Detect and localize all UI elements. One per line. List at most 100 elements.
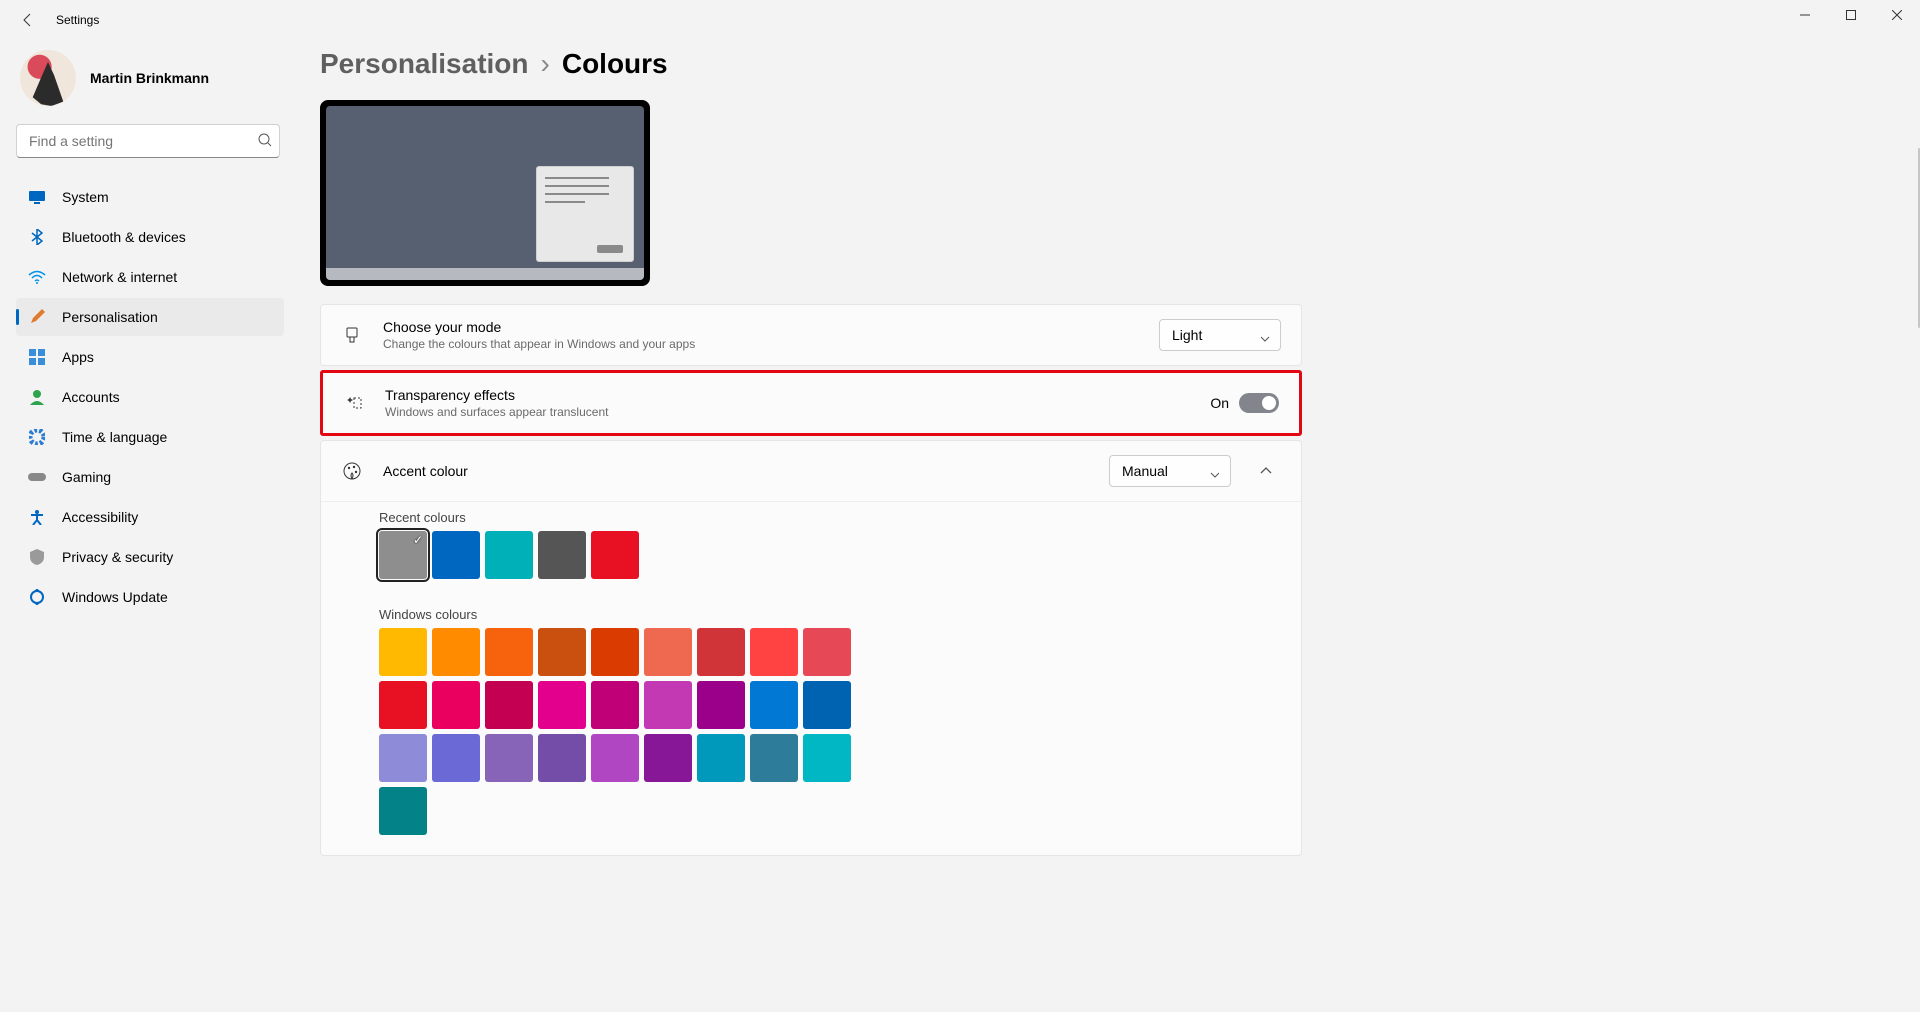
windows-colour-swatch[interactable] (379, 628, 427, 676)
brush-icon (341, 326, 363, 344)
windows-colour-swatch[interactable] (697, 681, 745, 729)
nav-label: Network & internet (62, 269, 177, 285)
nav-label: Accessibility (62, 509, 138, 525)
nav-list: System Bluetooth & devices Network & inter… (16, 178, 284, 616)
windows-colour-swatch[interactable] (750, 734, 798, 782)
sidebar-item-time[interactable]: Time & language (16, 418, 284, 456)
nav-label: Apps (62, 349, 94, 365)
windows-colour-swatch[interactable] (485, 734, 533, 782)
nav-label: Time & language (62, 429, 167, 445)
back-button[interactable] (8, 0, 48, 40)
breadcrumb-parent[interactable]: Personalisation (320, 48, 529, 80)
close-button[interactable] (1874, 0, 1920, 30)
accounts-icon (28, 388, 46, 406)
recent-colour-swatch[interactable] (379, 531, 427, 579)
search-icon (258, 133, 272, 152)
personalisation-icon (28, 308, 46, 326)
choose-mode-row[interactable]: Choose your mode Change the colours that… (320, 304, 1302, 366)
profile[interactable]: Martin Brinkmann (16, 50, 284, 106)
windows-colour-swatch[interactable] (591, 681, 639, 729)
search-input[interactable] (16, 124, 280, 158)
search (16, 124, 284, 158)
accent-dropdown[interactable]: Manual (1109, 455, 1231, 487)
recent-colour-swatch[interactable] (432, 531, 480, 579)
sparkle-icon (343, 394, 365, 412)
windows-colour-swatch[interactable] (803, 628, 851, 676)
windows-colour-swatch[interactable] (803, 681, 851, 729)
windows-colour-swatch[interactable] (485, 681, 533, 729)
windows-colour-swatch[interactable] (379, 734, 427, 782)
accent-section: Accent colour Manual Recent colours Wind… (320, 440, 1302, 856)
recent-colour-swatch[interactable] (591, 531, 639, 579)
choose-mode-dropdown[interactable]: Light (1159, 319, 1281, 351)
sidebar-item-network[interactable]: Network & internet (16, 258, 284, 296)
accessibility-icon (28, 508, 46, 526)
accent-title: Accent colour (383, 463, 1089, 479)
sidebar-item-accessibility[interactable]: Accessibility (16, 498, 284, 536)
windows-colour-swatch[interactable] (538, 628, 586, 676)
transparency-title: Transparency effects (385, 387, 1190, 403)
apps-icon (28, 348, 46, 366)
collapse-button[interactable] (1251, 456, 1281, 486)
sidebar-item-gaming[interactable]: Gaming (16, 458, 284, 496)
sidebar-item-system[interactable]: System (16, 178, 284, 216)
transparency-toggle[interactable] (1239, 393, 1279, 413)
username: Martin Brinkmann (90, 70, 209, 86)
accent-header[interactable]: Accent colour Manual (321, 441, 1301, 501)
minimize-button[interactable] (1782, 0, 1828, 30)
sidebar-item-bluetooth[interactable]: Bluetooth & devices (16, 218, 284, 256)
windows-colour-swatch[interactable] (432, 628, 480, 676)
nav-label: Bluetooth & devices (62, 229, 186, 245)
sidebar: Martin Brinkmann System Bluetooth & devic… (0, 40, 300, 1012)
transparency-row[interactable]: Transparency effects Windows and surface… (320, 370, 1302, 436)
chevron-right-icon: › (541, 48, 550, 80)
recent-colours-label: Recent colours (379, 510, 1281, 525)
windows-colours-label: Windows colours (379, 607, 1281, 622)
privacy-icon (28, 548, 46, 566)
windows-colour-swatch[interactable] (538, 734, 586, 782)
choose-mode-desc: Change the colours that appear in Window… (383, 337, 1139, 351)
windows-colour-swatch[interactable] (750, 628, 798, 676)
avatar (20, 50, 76, 106)
nav-label: System (62, 189, 109, 205)
gaming-icon (28, 468, 46, 486)
app-title: Settings (56, 13, 99, 27)
sidebar-item-accounts[interactable]: Accounts (16, 378, 284, 416)
windows-colour-swatch[interactable] (432, 681, 480, 729)
windows-colour-swatch[interactable] (591, 628, 639, 676)
recent-colour-swatch[interactable] (485, 531, 533, 579)
nav-label: Windows Update (62, 589, 168, 605)
windows-colours-grid (379, 628, 857, 835)
chevron-down-icon (1260, 331, 1270, 347)
windows-colour-swatch[interactable] (750, 681, 798, 729)
nav-label: Accounts (62, 389, 120, 405)
recent-colour-swatch[interactable] (538, 531, 586, 579)
choose-mode-title: Choose your mode (383, 319, 1139, 335)
windows-colour-swatch[interactable] (538, 681, 586, 729)
sidebar-item-personalisation[interactable]: Personalisation (16, 298, 284, 336)
sidebar-item-apps[interactable]: Apps (16, 338, 284, 376)
windows-colour-swatch[interactable] (697, 628, 745, 676)
chevron-down-icon (1210, 467, 1220, 483)
nav-label: Personalisation (62, 309, 158, 325)
windows-colour-swatch[interactable] (379, 787, 427, 835)
windows-colour-swatch[interactable] (591, 734, 639, 782)
maximize-button[interactable] (1828, 0, 1874, 30)
toggle-state-label: On (1210, 395, 1229, 411)
breadcrumb: Personalisation › Colours (320, 48, 1892, 80)
sidebar-item-update[interactable]: Windows Update (16, 578, 284, 616)
sidebar-item-privacy[interactable]: Privacy & security (16, 538, 284, 576)
windows-colour-swatch[interactable] (432, 734, 480, 782)
windows-colour-swatch[interactable] (485, 628, 533, 676)
windows-colour-swatch[interactable] (379, 681, 427, 729)
bluetooth-icon (28, 228, 46, 246)
windows-colour-swatch[interactable] (697, 734, 745, 782)
nav-label: Gaming (62, 469, 111, 485)
windows-colour-swatch[interactable] (803, 734, 851, 782)
time-icon (28, 428, 46, 446)
windows-colour-swatch[interactable] (644, 628, 692, 676)
windows-colour-swatch[interactable] (644, 734, 692, 782)
network-icon (28, 268, 46, 286)
windows-colour-swatch[interactable] (644, 681, 692, 729)
system-icon (28, 188, 46, 206)
